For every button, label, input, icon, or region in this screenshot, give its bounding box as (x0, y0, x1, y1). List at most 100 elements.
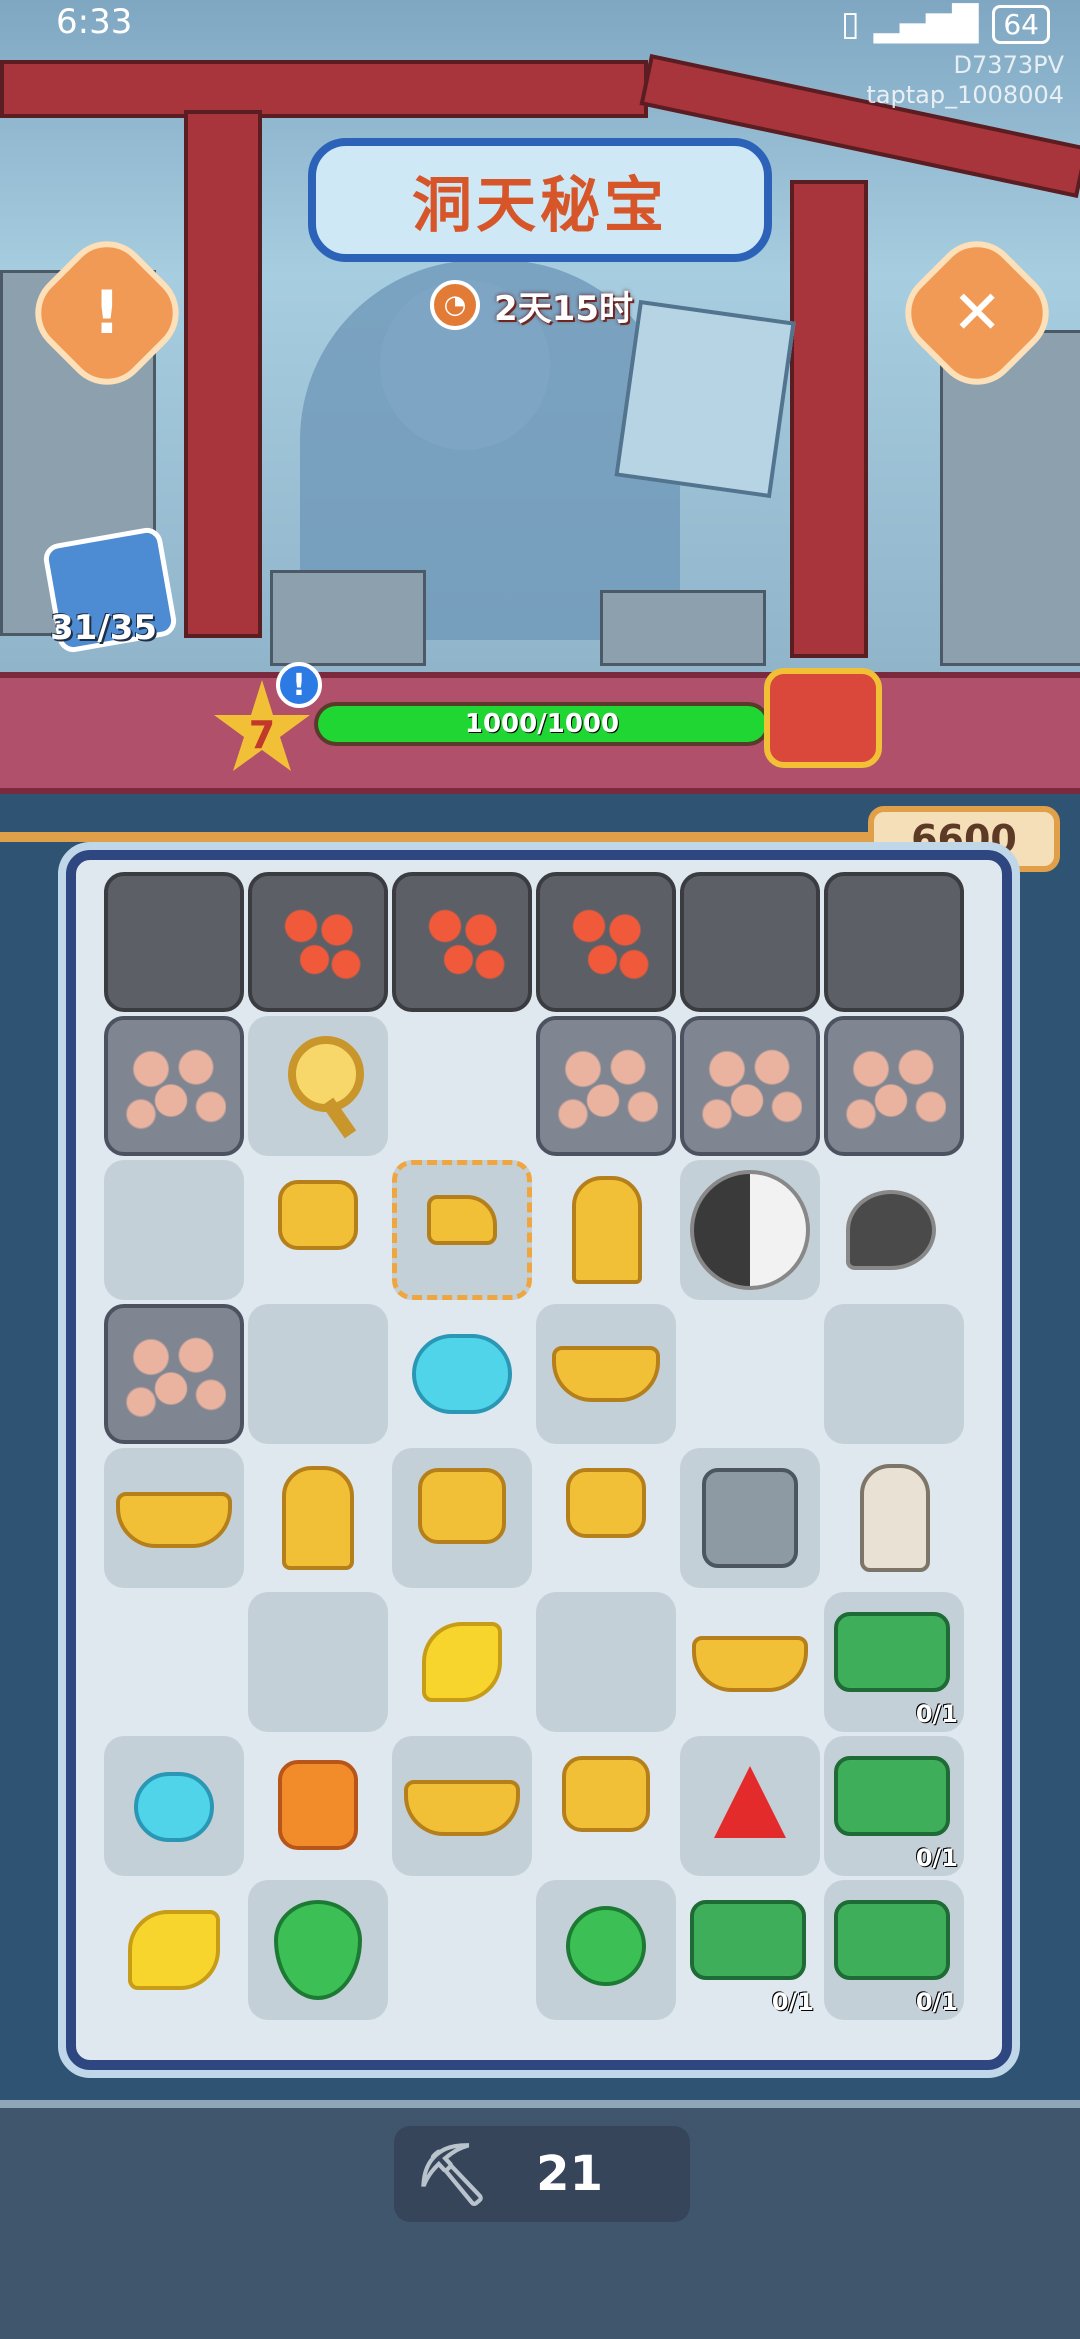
amber-gem-icon (278, 1760, 358, 1850)
board-cell[interactable] (392, 1592, 532, 1732)
green-chest-icon (834, 1900, 950, 1980)
board-cell[interactable] (248, 1592, 388, 1732)
board-cell[interactable] (536, 1592, 676, 1732)
watermark-line1: D7373PV (953, 51, 1064, 79)
event-timer: ◔ 2天15时 (430, 280, 633, 330)
collection-count: 31/35 (50, 608, 158, 648)
status-bar: 6:33 ▯ ▂▄▆█ 64 (0, 0, 1080, 50)
pickaxe-icon: ⛏ (414, 2139, 491, 2210)
board-cell[interactable] (680, 1160, 820, 1300)
board-cell[interactable]: 0/1 (824, 1592, 964, 1732)
board-cell[interactable] (392, 1304, 532, 1444)
pagoda-icon (572, 1176, 642, 1284)
clock-icon: ◔ (430, 280, 480, 330)
event-title: 洞天秘宝 (412, 170, 668, 241)
wooden-pillar-left (184, 110, 262, 638)
watermark-line2: taptap_1008004 (866, 81, 1064, 109)
board-cell-selected[interactable] (392, 1160, 532, 1300)
yin-half-icon (846, 1190, 936, 1270)
gold-knot-icon (128, 1910, 220, 1990)
ore-rock-tile[interactable] (104, 1304, 244, 1444)
board-cell[interactable] (824, 1448, 964, 1588)
board-cell[interactable] (536, 1880, 676, 2020)
pickaxe-counter[interactable]: ⛏ 21 (394, 2126, 690, 2222)
dark-rock-tile[interactable] (104, 872, 244, 1012)
board-cell[interactable] (248, 1880, 388, 2020)
gold-knot-icon (422, 1622, 502, 1702)
chest-progress-badge: 0/1 (915, 1700, 958, 1728)
reward-chest-icon[interactable] (764, 668, 882, 768)
progress-text: 1000/1000 (464, 709, 620, 739)
board-cell[interactable] (680, 1736, 820, 1876)
vibrate-icon: ▯ (841, 4, 860, 44)
ore-rock-tile[interactable] (824, 1016, 964, 1156)
wooden-pillar-right (790, 180, 868, 658)
board-cell[interactable] (104, 1448, 244, 1588)
green-chest-icon (834, 1612, 950, 1692)
board-cell[interactable] (104, 1160, 244, 1300)
dog-statue-icon (860, 1464, 930, 1572)
gold-ingot-icon (116, 1492, 232, 1548)
ore-rock-tile[interactable] (680, 1016, 820, 1156)
board-cell[interactable] (536, 1304, 676, 1444)
gold-ingot-icon (552, 1346, 660, 1402)
board-cell[interactable] (104, 1736, 244, 1876)
ore-rock-tile[interactable] (536, 1016, 676, 1156)
longevity-lock-icon (566, 1468, 646, 1538)
pickaxe-count: 21 (536, 2146, 603, 2202)
yin-yang-icon (690, 1170, 810, 1290)
status-time: 6:33 (56, 2, 133, 42)
board-cell[interactable] (248, 1736, 388, 1876)
progress-bar: 1000/1000 (314, 702, 770, 746)
longevity-lock-icon (278, 1180, 358, 1250)
lava-rock-tile[interactable] (392, 872, 532, 1012)
lava-rock-tile[interactable] (248, 872, 388, 1012)
chest-progress-badge: 0/1 (771, 1988, 814, 2016)
jade-drop-icon (274, 1900, 362, 2000)
board-cell[interactable] (104, 1592, 244, 1732)
chest-progress-badge: 0/1 (915, 1988, 958, 2016)
board-cell[interactable] (248, 1160, 388, 1300)
jade-crescent-icon (566, 1906, 646, 1986)
board-cell[interactable] (392, 1448, 532, 1588)
board-cell[interactable] (680, 1592, 820, 1732)
board-cell[interactable] (680, 1304, 820, 1444)
board-cell[interactable] (248, 1448, 388, 1588)
board-cell[interactable] (680, 1448, 820, 1588)
dark-rock-tile[interactable] (824, 872, 964, 1012)
longevity-lock-icon (418, 1468, 506, 1544)
board-cell[interactable] (536, 1160, 676, 1300)
wooden-beam (0, 60, 648, 118)
timer-text: 2天15时 (494, 288, 633, 329)
longevity-lock-icon (562, 1756, 650, 1832)
red-gem-icon (714, 1766, 786, 1838)
ore-rock-tile[interactable] (104, 1016, 244, 1156)
board-cell[interactable] (824, 1160, 964, 1300)
board-cell[interactable] (392, 1880, 532, 2020)
board-cell[interactable] (392, 1736, 532, 1876)
board-cell[interactable] (248, 1016, 388, 1156)
blue-flame-icon (412, 1334, 512, 1414)
board-cell[interactable] (536, 1736, 676, 1876)
board-cell[interactable] (536, 1448, 676, 1588)
gold-ingot-icon (692, 1636, 808, 1692)
board-cell[interactable] (824, 1304, 964, 1444)
lava-rock-tile[interactable] (536, 872, 676, 1012)
chest-progress-badge: 0/1 (915, 1844, 958, 1872)
green-chest-icon (690, 1900, 806, 1980)
blue-flame-small-icon (134, 1772, 214, 1842)
board-cell[interactable]: 0/1 (824, 1736, 964, 1876)
signal-icon: ▂▄▆█ (873, 4, 979, 44)
board-cell[interactable]: 0/1 (680, 1880, 820, 2020)
exclamation-icon: ! (93, 278, 121, 348)
fallen-door (614, 299, 796, 499)
magnifier-icon (288, 1036, 364, 1112)
close-icon: ✕ (951, 278, 1003, 348)
dark-rock-tile[interactable] (680, 872, 820, 1012)
board-cell[interactable] (104, 1880, 244, 2020)
board-cell[interactable]: 0/1 (824, 1880, 964, 2020)
jade-cong-icon (702, 1468, 798, 1568)
level-notice-icon[interactable]: ! (276, 662, 322, 708)
board-cell[interactable] (248, 1304, 388, 1444)
green-chest-icon (834, 1756, 950, 1836)
